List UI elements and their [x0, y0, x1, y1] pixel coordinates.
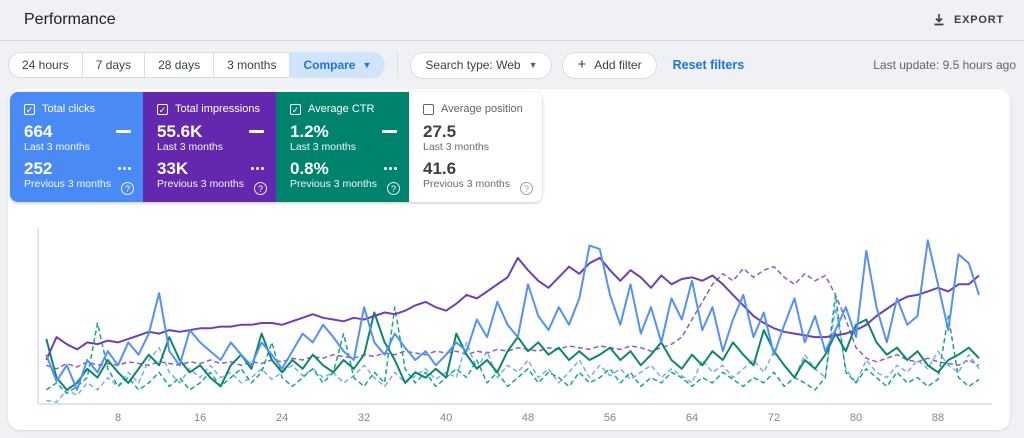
x-tick-label: 8	[115, 412, 121, 424]
chevron-down-icon: ▼	[528, 60, 538, 70]
checkbox-checked-icon[interactable]: ✓	[24, 103, 35, 115]
metric-value-previous: 252	[24, 159, 53, 178]
metric-value-current: 1.2%	[290, 122, 329, 141]
page-title: Performance	[24, 11, 116, 28]
metric-card-label: Average position	[441, 103, 523, 115]
metric-caption-previous: Previous 3 months	[423, 178, 510, 190]
metric-caption-current: Last 3 months	[157, 141, 223, 153]
date-range-7-days[interactable]: 7 days	[81, 52, 146, 78]
download-icon	[932, 13, 946, 27]
add-filter-label: Add filter	[594, 57, 642, 72]
dashed-line-legend-icon	[251, 167, 264, 170]
x-tick-label: 56	[604, 412, 616, 424]
metric-value-current: 664	[24, 122, 53, 141]
add-filter-button[interactable]: + Add filter	[562, 51, 657, 79]
checkbox-unchecked-icon[interactable]	[423, 103, 434, 115]
performance-chart[interactable]: 8 16 24 32 40 48 56 64 72 80 88	[8, 209, 1010, 430]
metric-caption-previous: Previous 3 months	[290, 178, 377, 190]
reset-filters-link[interactable]: Reset filters	[673, 58, 745, 72]
metric-value-previous: 0.8%	[290, 159, 329, 178]
metric-card-average-ctr[interactable]: ✓ Average CTR 1.2% Last 3 months 0.8% Pr…	[276, 92, 409, 202]
date-range-3-months[interactable]: 3 months	[213, 52, 291, 78]
metric-caption-previous: Previous 3 months	[24, 178, 111, 190]
x-tick-label: 24	[276, 412, 288, 424]
x-tick-label: 88	[932, 412, 944, 424]
solid-line-legend-icon	[382, 130, 397, 133]
metric-caption-current: Last 3 months	[24, 141, 90, 153]
help-icon[interactable]: ?	[387, 182, 400, 195]
help-icon[interactable]: ?	[254, 182, 267, 195]
metric-caption-previous: Previous 3 months	[157, 178, 244, 190]
toolbar-divider	[397, 53, 399, 77]
date-range-24-hours[interactable]: 24 hours	[8, 52, 83, 78]
metric-caption-current: Last 3 months	[423, 141, 489, 153]
metric-value-current: 55.6K	[157, 122, 203, 141]
metric-value-current: 27.5	[423, 122, 457, 141]
metric-card-label: Total clicks	[42, 103, 96, 115]
compare-button[interactable]: Compare ▼	[289, 52, 386, 78]
help-icon[interactable]: ?	[121, 182, 134, 195]
export-button[interactable]: EXPORT	[924, 7, 1012, 33]
solid-line-legend-icon	[249, 130, 264, 133]
checkbox-checked-icon[interactable]: ✓	[290, 103, 301, 115]
filter-toolbar: 24 hours 7 days 28 days 3 months Compare…	[0, 41, 1024, 89]
x-tick-label: 48	[522, 412, 534, 424]
date-range-28-days[interactable]: 28 days	[144, 52, 215, 78]
chevron-down-icon: ▼	[362, 60, 372, 70]
x-tick-label: 72	[768, 412, 780, 424]
metric-card-total-impressions[interactable]: ✓ Total impressions 55.6K Last 3 months …	[143, 92, 276, 202]
solid-line-legend-icon	[116, 130, 131, 133]
metric-card-label: Average CTR	[308, 103, 375, 115]
search-type-dropdown[interactable]: Search type: Web ▼	[410, 51, 553, 79]
checkbox-checked-icon[interactable]: ✓	[157, 103, 168, 115]
metric-card-label: Total impressions	[175, 103, 260, 115]
dashed-line-legend-icon	[384, 167, 397, 170]
chart-canvas: 8 16 24 32 40 48 56 64 72 80 88	[37, 228, 992, 424]
metric-cards-row: ✓ Total clicks 664 Last 3 months 252 Pre…	[10, 92, 542, 202]
search-type-label: Search type: Web	[425, 57, 521, 72]
metric-caption-current: Last 3 months	[290, 141, 356, 153]
x-tick-label: 32	[358, 412, 370, 424]
x-tick-label: 16	[194, 412, 206, 424]
x-tick-label: 64	[686, 412, 698, 424]
dashed-line-legend-icon	[118, 167, 131, 170]
help-icon[interactable]: ?	[520, 182, 533, 195]
date-range-segmented-control: 24 hours 7 days 28 days 3 months Compare…	[8, 52, 386, 78]
x-tick-label: 40	[440, 412, 452, 424]
header-bar: Performance EXPORT	[0, 0, 1024, 41]
metric-card-average-position[interactable]: Average position 27.5 Last 3 months 41.6…	[409, 92, 542, 202]
x-tick-label: 80	[850, 412, 862, 424]
compare-label: Compare	[303, 58, 356, 72]
chart-series-layer	[45, 239, 980, 403]
metric-value-previous: 41.6	[423, 159, 457, 178]
plus-icon: +	[577, 56, 587, 73]
metric-value-previous: 33K	[157, 159, 189, 178]
x-axis-tick-labels: 8 16 24 32 40 48 56 64 72 80 88	[115, 412, 944, 424]
metric-card-total-clicks[interactable]: ✓ Total clicks 664 Last 3 months 252 Pre…	[10, 92, 143, 202]
last-update-text: Last update: 9.5 hours ago	[873, 58, 1016, 72]
performance-panel: ✓ Total clicks 664 Last 3 months 252 Pre…	[8, 89, 1010, 430]
export-label: EXPORT	[953, 14, 1004, 26]
